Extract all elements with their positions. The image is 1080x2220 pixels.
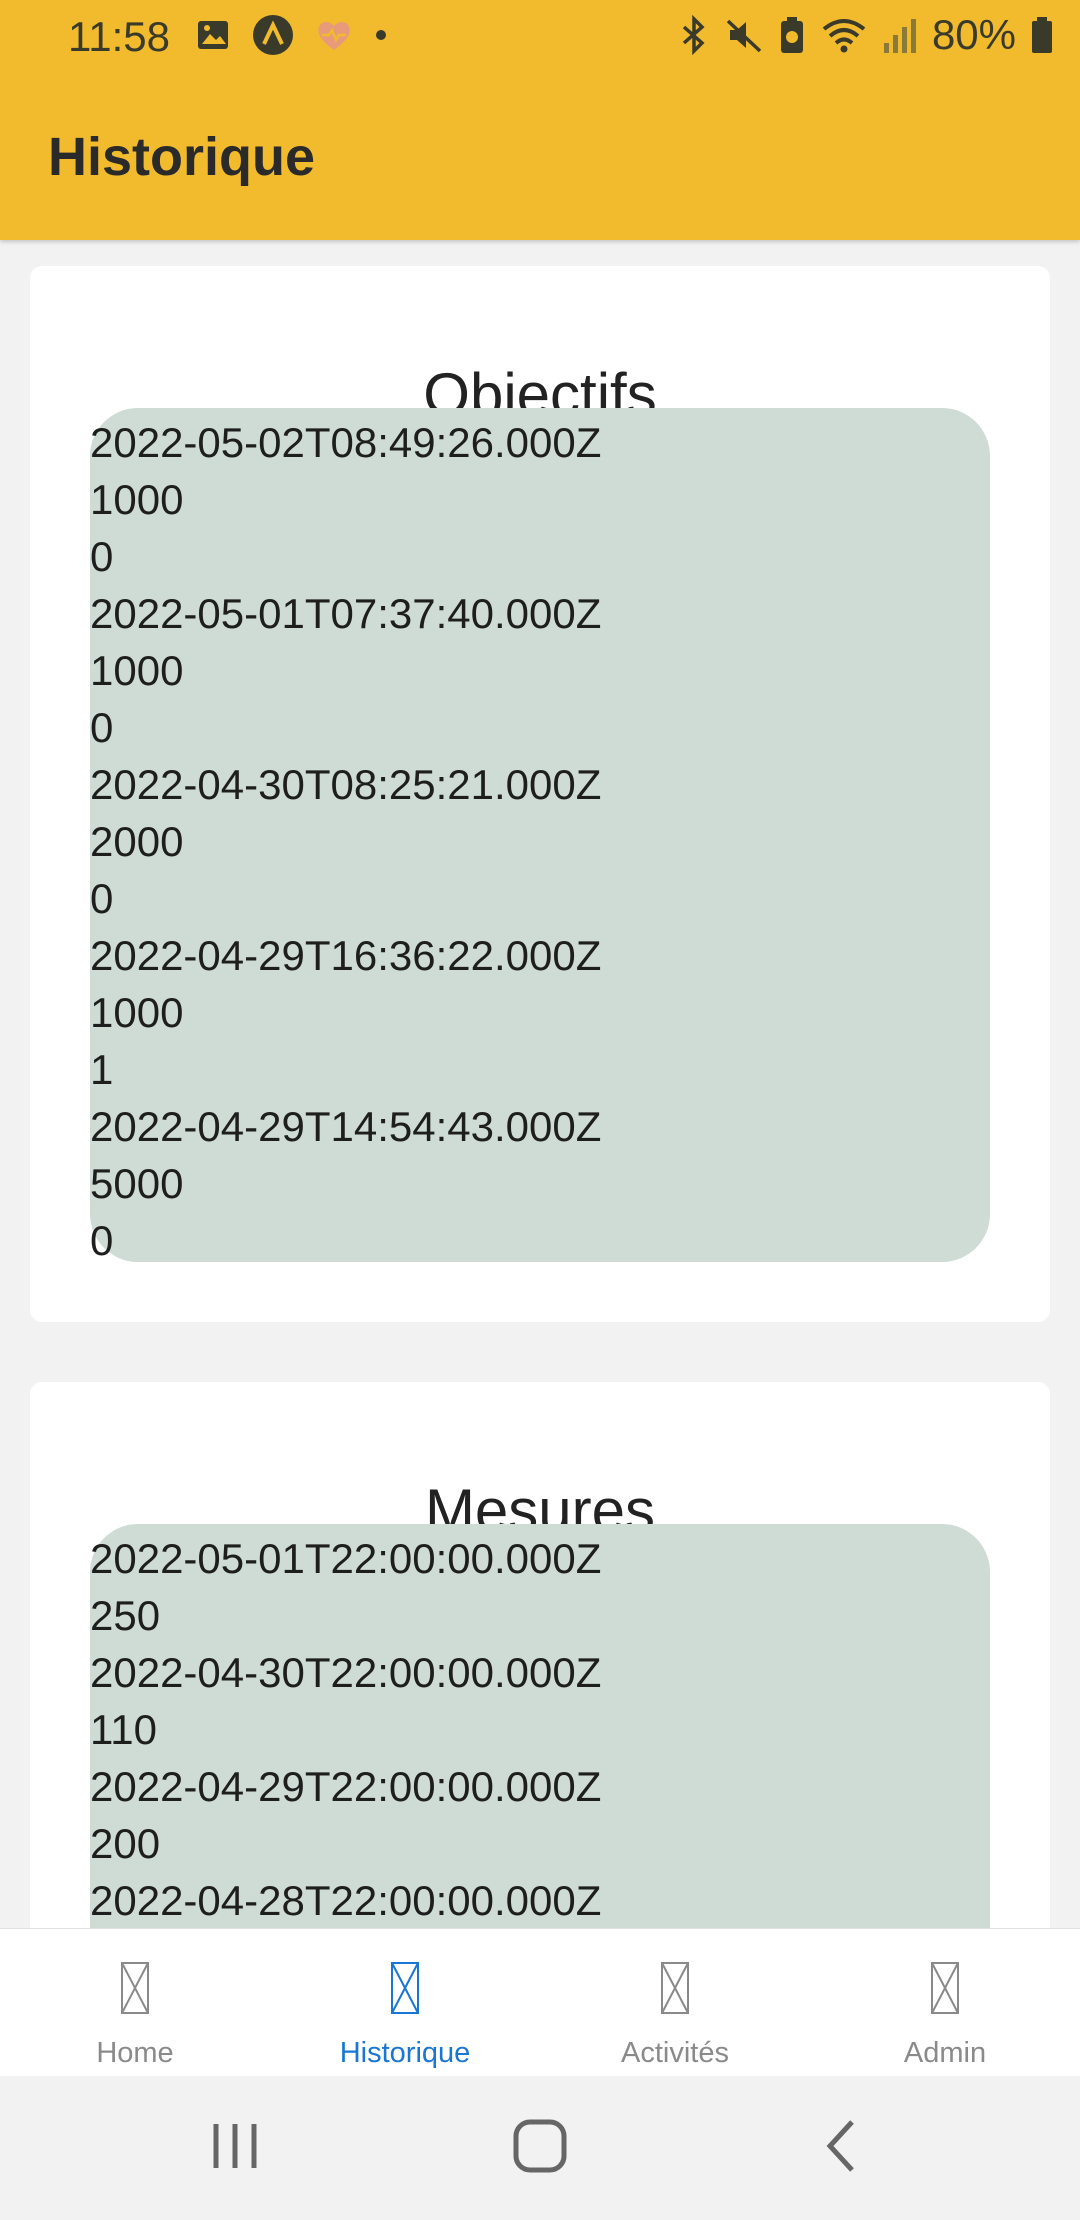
mesures-line: 2022-04-28T22:00:00.000Z (90, 1877, 602, 1924)
dot-icon (376, 30, 386, 40)
tab-historique[interactable]: Historique (270, 1929, 540, 2077)
objectifs-line: 2000 (90, 818, 184, 865)
app-header: 11:58 80% Historique (0, 0, 1080, 240)
objectifs-line: 2022-04-29T16:36:22.000Z (90, 932, 602, 979)
objectifs-data-box: 2022-05-02T08:49:26.000Z 1000 0 2022-05-01T… (90, 408, 990, 1264)
page-title: Historique (48, 127, 316, 187)
objectifs-line: 5000 (90, 1160, 184, 1207)
status-left-icons (196, 14, 388, 56)
mesures-line: 2022-05-01T22:00:00.000Z (90, 1535, 602, 1582)
objectifs-line: 1000 (90, 989, 184, 1036)
gallery-icon (198, 21, 228, 49)
tab-activites[interactable]: Activités (540, 1929, 810, 2077)
status-time: 11:58 (68, 13, 170, 60)
app-a-icon (253, 15, 293, 55)
tab-home-label: Home (96, 2037, 174, 2069)
objectifs-line: 2022-04-29T14:54:43.000Z (90, 1103, 602, 1150)
signal-icon (883, 19, 916, 53)
back-icon[interactable] (820, 2116, 860, 2176)
bluetooth-icon (682, 15, 705, 55)
broken-image-icon (121, 1962, 149, 2014)
mesures-card: Mesures 2022-05-01T22:00:00.000Z 250 2022-… (30, 1382, 1050, 1930)
mesures-line: 110 (90, 1706, 157, 1753)
objectifs-card: Objectifs 2022-05-02T08:49:26.000Z 1000 0 2… (30, 266, 1050, 1322)
status-right-icons: 80% (678, 10, 1054, 60)
tab-home[interactable]: Home (0, 1929, 270, 2077)
mesures-line: 2022-04-30T22:00:00.000Z (90, 1649, 602, 1696)
wifi-icon (822, 19, 866, 53)
objectifs-line: 1000 (90, 647, 184, 694)
mesures-list: 2022-05-01T22:00:00.000Z 250 2022-04-30T22… (90, 1530, 601, 1929)
home-button-icon[interactable] (512, 2116, 568, 2176)
broken-image-icon (931, 1962, 959, 2014)
system-nav-bar (0, 2076, 1080, 2220)
mesures-line: 200 (90, 1820, 161, 1867)
mute-icon (726, 19, 762, 53)
tab-admin[interactable]: Admin (810, 1929, 1080, 2077)
objectifs-line: 2022-04-30T08:25:21.000Z (90, 761, 602, 808)
bottom-tab-bar: Home Historique Activités Admin (0, 1928, 1080, 2077)
battery-percentage: 80% (931, 11, 1016, 58)
objectifs-line: 0 (90, 1217, 114, 1264)
objectifs-line: 0 (90, 875, 114, 922)
health-heart-icon (318, 21, 350, 50)
objectifs-line: 2022-05-01T07:37:40.000Z (90, 590, 602, 637)
battery-saver-icon (780, 17, 803, 53)
scroll-content[interactable]: Objectifs 2022-05-02T08:49:26.000Z 1000 0 2… (0, 240, 1080, 1930)
objectifs-line: 1 (90, 1046, 114, 1093)
objectifs-line: 1000 (90, 476, 184, 523)
broken-image-icon (391, 1962, 419, 2014)
objectifs-line: 0 (90, 533, 114, 580)
broken-image-icon (661, 1962, 689, 2014)
mesures-data-box: 2022-05-01T22:00:00.000Z 250 2022-04-30T22… (90, 1524, 990, 1930)
objectifs-list: 2022-05-02T08:49:26.000Z 1000 0 2022-05-01T… (90, 414, 601, 1269)
mesures-line: 2022-04-29T22:00:00.000Z (90, 1763, 602, 1810)
mesures-line: 250 (90, 1592, 161, 1639)
recent-apps-icon[interactable] (210, 2116, 260, 2176)
objectifs-line: 2022-05-02T08:49:26.000Z (90, 419, 602, 466)
objectifs-line: 0 (90, 704, 114, 751)
tab-activites-label: Activités (621, 2037, 729, 2069)
tab-historique-label: Historique (339, 2037, 471, 2069)
battery-icon (1032, 17, 1052, 53)
tab-admin-label: Admin (903, 2037, 987, 2069)
